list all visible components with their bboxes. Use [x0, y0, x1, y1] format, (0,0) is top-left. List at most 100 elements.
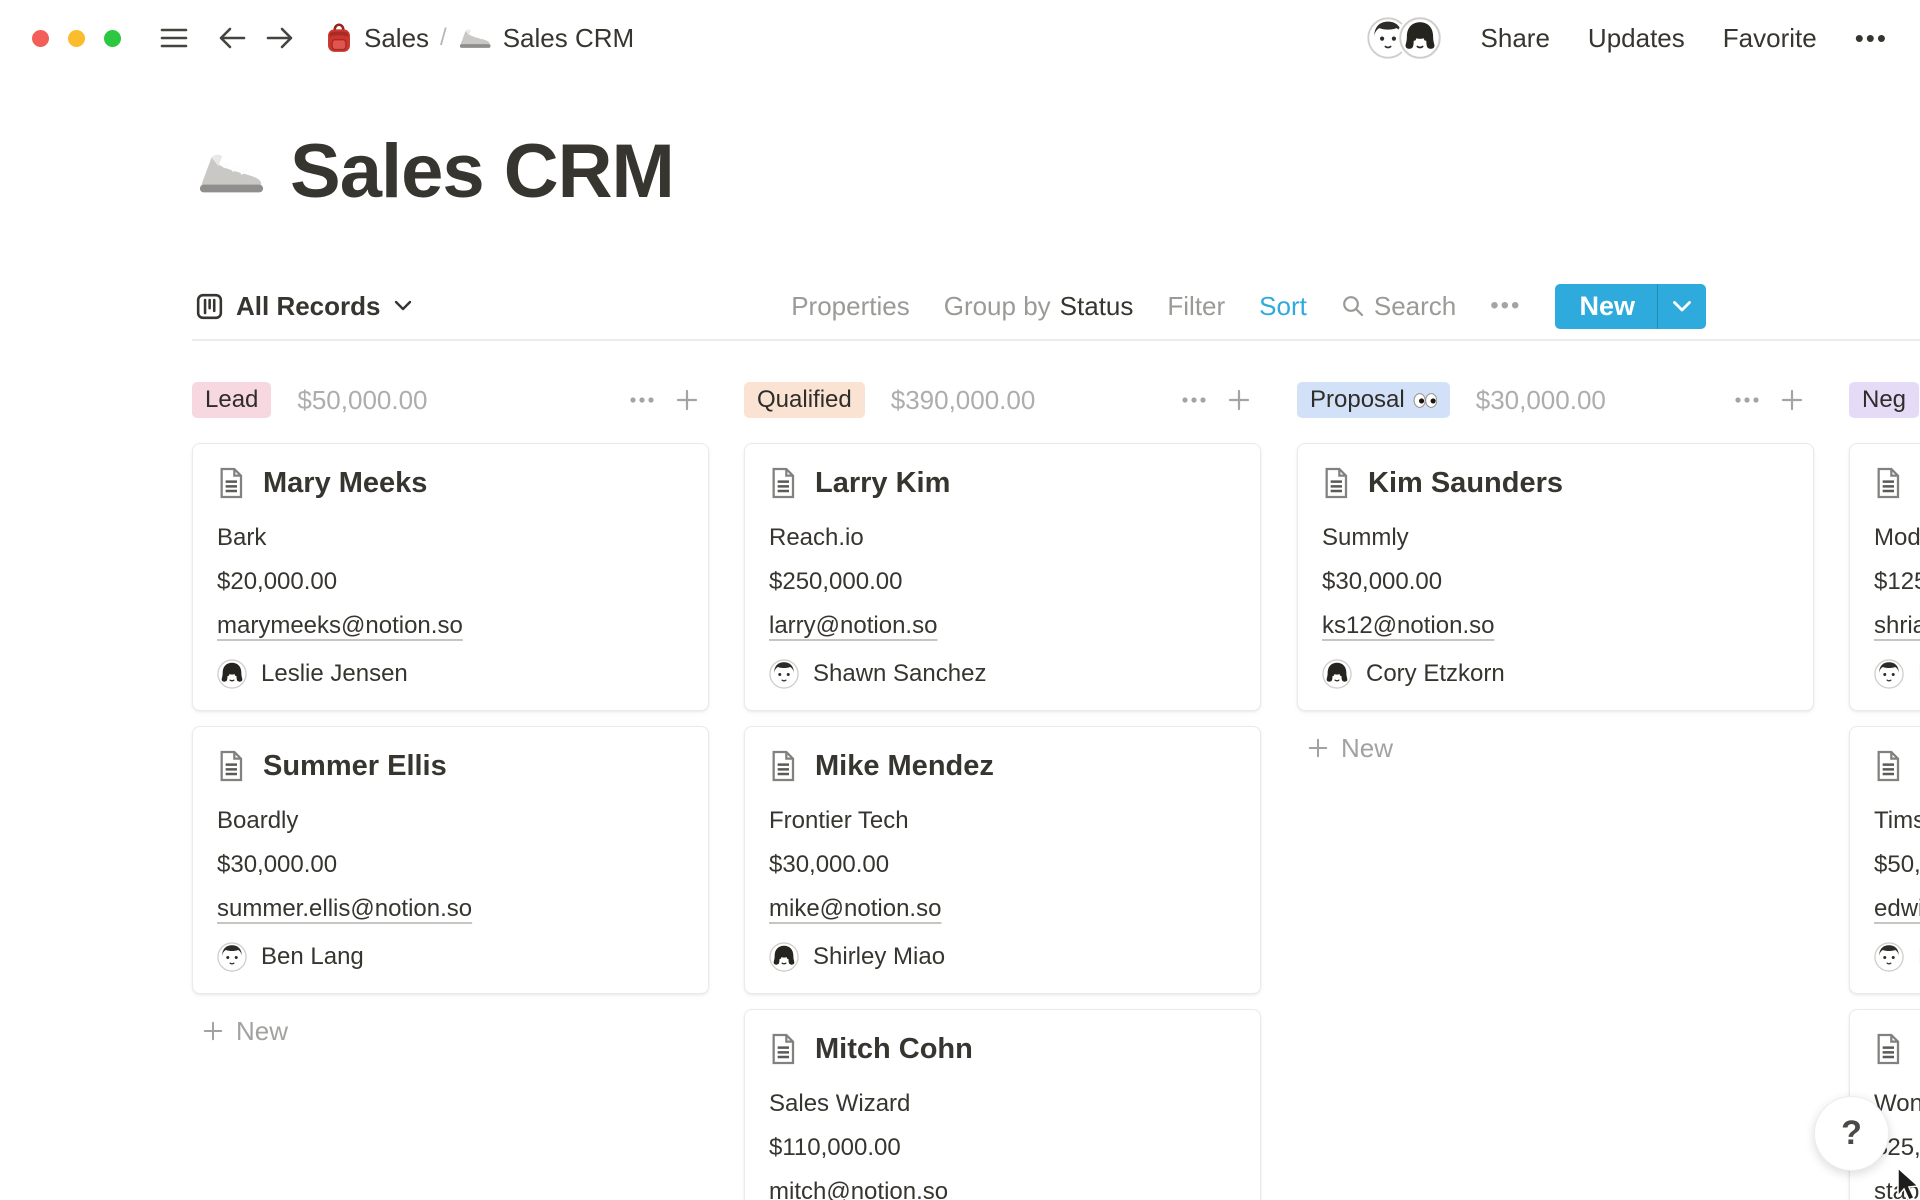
plus-icon	[1227, 388, 1251, 412]
breadcrumb-page[interactable]: Sales CRM	[458, 23, 634, 54]
page-icon	[217, 750, 245, 782]
page-icon	[1874, 750, 1902, 782]
card-assignee: Shawn Sanchez	[813, 660, 986, 688]
collaborator-avatar	[1397, 15, 1443, 61]
new-record-dropdown[interactable]	[1658, 284, 1706, 329]
column-add-button[interactable]	[675, 388, 699, 412]
page-icon	[1322, 467, 1350, 499]
traffic-light-minimize[interactable]	[68, 30, 85, 47]
board-view-icon	[196, 293, 223, 320]
card-amount: $125	[1874, 568, 1920, 596]
ellipsis-icon	[1181, 396, 1207, 404]
card-amount: $30,000.00	[217, 851, 684, 879]
crm-card[interactable]: Mike Mendez Frontier Tech $30,000.00 mik…	[744, 726, 1261, 994]
sort-button[interactable]: Sort	[1259, 291, 1307, 322]
column-more-button[interactable]	[1734, 396, 1760, 404]
search-icon	[1341, 294, 1365, 318]
card-company: Sales Wizard	[769, 1090, 1236, 1118]
page-more-button[interactable]: •••	[1855, 23, 1888, 54]
card-email-link[interactable]: shria	[1874, 612, 1920, 639]
card-email-link[interactable]: marymeeks@notion.so	[217, 612, 463, 639]
card-assignee: Shirley Miao	[813, 943, 945, 971]
column-actions	[1734, 388, 1804, 412]
crm-card[interactable]: Kim Saunders Summly $30,000.00 ks12@noti…	[1297, 443, 1814, 711]
page-icon	[769, 467, 797, 499]
view-name: All Records	[236, 291, 381, 322]
crm-card[interactable]: E Tims $50, edwi H	[1849, 726, 1920, 994]
status-badge-label: Proposal	[1310, 388, 1405, 412]
filter-button[interactable]: Filter	[1167, 291, 1225, 322]
properties-button[interactable]: Properties	[791, 291, 910, 322]
card-email-link[interactable]: summer.ellis@notion.so	[217, 895, 472, 922]
crm-card[interactable]: Larry Kim Reach.io $250,000.00 larry@not…	[744, 443, 1261, 711]
crm-card[interactable]: S Mod $125 shria E	[1849, 443, 1920, 711]
search-label: Search	[1374, 291, 1456, 322]
status-badge-label: Lead	[205, 388, 258, 412]
status-badge[interactable]: Neg	[1849, 382, 1919, 418]
traffic-light-zoom[interactable]	[104, 30, 121, 47]
column-header: Qualified $390,000.00	[744, 378, 1261, 422]
new-record-button[interactable]: New	[1555, 284, 1706, 329]
chevron-down-icon	[1672, 300, 1692, 313]
sidebar-menu-button[interactable]	[159, 25, 189, 51]
arrow-right-icon	[265, 25, 295, 51]
card-assignee: Ben Lang	[261, 943, 364, 971]
plus-icon	[1780, 388, 1804, 412]
card-email-link[interactable]: mike@notion.so	[769, 895, 941, 922]
card-company: Frontier Tech	[769, 807, 1236, 835]
assignee-avatar	[769, 942, 799, 972]
card-email-link[interactable]: larry@notion.so	[769, 612, 937, 639]
status-badge[interactable]: Qualified	[744, 382, 865, 418]
crm-card[interactable]: Summer Ellis Boardly $30,000.00 summer.e…	[192, 726, 709, 994]
plus-icon	[1307, 737, 1329, 759]
share-button[interactable]: Share	[1481, 23, 1550, 54]
page-icon	[1874, 1033, 1902, 1065]
plus-icon	[675, 388, 699, 412]
add-card-button[interactable]: New	[1297, 726, 1393, 770]
column-more-button[interactable]	[629, 396, 655, 404]
board-column-proposal: Proposal $30,000.00 Kim Saunders Summly …	[1297, 378, 1814, 770]
forward-button[interactable]	[265, 25, 295, 51]
column-add-button[interactable]	[1227, 388, 1251, 412]
page-sneaker-icon[interactable]	[196, 149, 266, 195]
crm-card[interactable]: Mary Meeks Bark $20,000.00 marymeeks@not…	[192, 443, 709, 711]
card-email-link[interactable]: edwi	[1874, 895, 1920, 922]
card-amount: $250,000.00	[769, 568, 1236, 596]
board-column-lead: Lead $50,000.00 Mary Meeks Bark $20,000.…	[192, 378, 709, 1053]
card-amount: $20,000.00	[217, 568, 684, 596]
status-badge[interactable]: Lead	[192, 382, 271, 418]
crm-card[interactable]: Mitch Cohn Sales Wizard $110,000.00 mitc…	[744, 1009, 1261, 1200]
traffic-light-close[interactable]	[32, 30, 49, 47]
assignee-avatar	[1322, 659, 1352, 689]
card-name: Mitch Cohn	[815, 1033, 973, 1066]
card-email-link[interactable]: ks12@notion.so	[1322, 612, 1494, 639]
updates-button[interactable]: Updates	[1588, 23, 1685, 54]
add-card-button[interactable]: New	[192, 1009, 288, 1053]
favorite-button[interactable]: Favorite	[1723, 23, 1817, 54]
status-badge[interactable]: Proposal	[1297, 382, 1450, 418]
assignee-avatar	[217, 942, 247, 972]
breadcrumb-workspace[interactable]: Sales	[325, 23, 429, 54]
card-name: Mary Meeks	[263, 467, 427, 500]
column-add-button[interactable]	[1780, 388, 1804, 412]
card-name: Larry Kim	[815, 467, 950, 500]
card-assignee: Leslie Jensen	[261, 660, 408, 688]
collaborator-avatars[interactable]	[1365, 15, 1443, 61]
group-by-button[interactable]: Group by Status	[944, 291, 1134, 322]
plus-icon	[202, 1020, 224, 1042]
view-switcher[interactable]: All Records	[196, 291, 412, 322]
assignee-avatar	[769, 659, 799, 689]
search-button[interactable]: Search	[1341, 291, 1456, 322]
view-more-button[interactable]: •••	[1490, 292, 1521, 320]
card-name: Kim Saunders	[1368, 467, 1563, 500]
mouse-cursor	[1894, 1166, 1920, 1200]
back-button[interactable]	[217, 25, 247, 51]
card-email-link[interactable]: mitch@notion.so	[769, 1178, 948, 1200]
help-button[interactable]: ?	[1814, 1096, 1889, 1171]
breadcrumb-separator: /	[440, 24, 447, 52]
card-amount: $30,000.00	[769, 851, 1236, 879]
column-more-button[interactable]	[1181, 396, 1207, 404]
column-actions	[1181, 388, 1251, 412]
status-badge-label: Qualified	[757, 388, 852, 412]
column-header: Neg	[1849, 378, 1920, 422]
